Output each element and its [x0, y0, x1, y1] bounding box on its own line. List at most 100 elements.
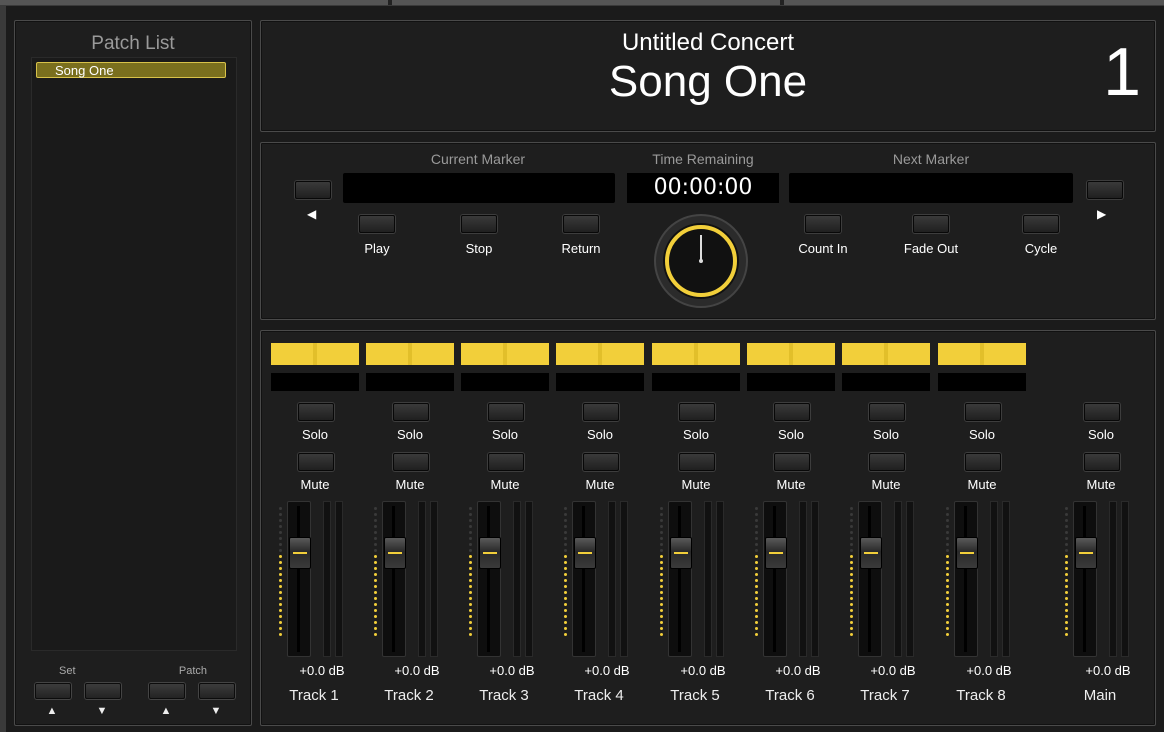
- meter-led: [755, 597, 758, 600]
- play-button[interactable]: [359, 215, 395, 233]
- cycle-button[interactable]: [1023, 215, 1059, 233]
- meter-led: [660, 531, 663, 534]
- patch-list-item[interactable]: Song One: [36, 62, 226, 78]
- level-meter-right: [525, 501, 533, 657]
- solo-button[interactable]: [679, 403, 715, 421]
- meter-led: [1065, 585, 1068, 588]
- patch-list[interactable]: Song One: [31, 57, 237, 651]
- return-button[interactable]: [563, 215, 599, 233]
- meter-led: [374, 567, 377, 570]
- meter-led: [279, 621, 282, 624]
- meter-led: [469, 633, 472, 636]
- patch-up-button[interactable]: [149, 683, 185, 699]
- meter-led: [850, 561, 853, 564]
- solo-button[interactable]: [1084, 403, 1120, 421]
- fader-handle[interactable]: [574, 537, 596, 569]
- mute-button[interactable]: [679, 453, 715, 471]
- meter-led: [946, 549, 949, 552]
- level-meter-right: [1002, 501, 1010, 657]
- meter-led: [469, 519, 472, 522]
- window-top-strip: [0, 0, 1164, 5]
- meter-led: [946, 585, 949, 588]
- patch-down-arrow-icon: ▼: [210, 705, 222, 717]
- channel-color-bar[interactable]: [938, 343, 1026, 365]
- level-meter-left: [799, 501, 807, 657]
- meter-led: [1065, 579, 1068, 582]
- clock-dial-icon: [654, 214, 748, 308]
- solo-button[interactable]: [869, 403, 905, 421]
- meter-led: [279, 633, 282, 636]
- meter-led: [279, 603, 282, 606]
- fader-handle[interactable]: [1075, 537, 1097, 569]
- meter-led: [755, 627, 758, 630]
- channel-color-bar[interactable]: [747, 343, 835, 365]
- meter-led: [850, 591, 853, 594]
- mute-button[interactable]: [393, 453, 429, 471]
- meter-led: [755, 537, 758, 540]
- fader-handle[interactable]: [479, 537, 501, 569]
- next-marker-button[interactable]: [1087, 181, 1123, 199]
- channel-color-bar[interactable]: [842, 343, 930, 365]
- mute-button[interactable]: [583, 453, 619, 471]
- solo-button[interactable]: [298, 403, 334, 421]
- mute-button[interactable]: [298, 453, 334, 471]
- fader-handle[interactable]: [384, 537, 406, 569]
- meter-led: [946, 507, 949, 510]
- fader-handle[interactable]: [860, 537, 882, 569]
- fader-track[interactable]: [668, 501, 692, 657]
- meter-led: [850, 597, 853, 600]
- meter-led: [946, 531, 949, 534]
- fader-handle[interactable]: [289, 537, 311, 569]
- solo-label: Solo: [682, 427, 710, 442]
- solo-button[interactable]: [488, 403, 524, 421]
- fader-track[interactable]: [954, 501, 978, 657]
- fader-track[interactable]: [287, 501, 311, 657]
- solo-button[interactable]: [583, 403, 619, 421]
- channel-color-bar[interactable]: [271, 343, 359, 365]
- fader-groove: [582, 506, 585, 652]
- mute-button[interactable]: [774, 453, 810, 471]
- channel-color-bar[interactable]: [461, 343, 549, 365]
- fade-out-button[interactable]: [913, 215, 949, 233]
- meter-led: [1065, 537, 1068, 540]
- meter-led: [1065, 543, 1068, 546]
- meter-led: [755, 525, 758, 528]
- channel-color-bar[interactable]: [366, 343, 454, 365]
- meter-led: [469, 591, 472, 594]
- set-down-button[interactable]: [85, 683, 121, 699]
- fader-handle[interactable]: [956, 537, 978, 569]
- solo-button[interactable]: [393, 403, 429, 421]
- meter-led: [374, 633, 377, 636]
- meter-led: [1065, 603, 1068, 606]
- fader-track[interactable]: [477, 501, 501, 657]
- fader-handle[interactable]: [670, 537, 692, 569]
- meter-led: [1065, 549, 1068, 552]
- mute-button[interactable]: [869, 453, 905, 471]
- meter-led: [279, 597, 282, 600]
- fader-track[interactable]: [858, 501, 882, 657]
- meter-led: [1065, 627, 1068, 630]
- fader-handle[interactable]: [765, 537, 787, 569]
- stop-button[interactable]: [461, 215, 497, 233]
- count-in-label: Count In: [798, 241, 848, 256]
- mute-button[interactable]: [1084, 453, 1120, 471]
- fader-groove: [773, 506, 776, 652]
- fader-track[interactable]: [1073, 501, 1097, 657]
- mute-button[interactable]: [488, 453, 524, 471]
- channel-color-bar-divider: [408, 343, 412, 365]
- solo-button[interactable]: [774, 403, 810, 421]
- solo-button[interactable]: [965, 403, 1001, 421]
- meter-led: [660, 633, 663, 636]
- patch-down-button[interactable]: [199, 683, 235, 699]
- meter-led: [755, 579, 758, 582]
- channel-color-bar[interactable]: [556, 343, 644, 365]
- meter-led: [850, 567, 853, 570]
- fader-track[interactable]: [382, 501, 406, 657]
- channel-color-bar[interactable]: [652, 343, 740, 365]
- fader-track[interactable]: [763, 501, 787, 657]
- prev-marker-button[interactable]: [295, 181, 331, 199]
- count-in-button[interactable]: [805, 215, 841, 233]
- set-up-button[interactable]: [35, 683, 71, 699]
- mute-button[interactable]: [965, 453, 1001, 471]
- fader-track[interactable]: [572, 501, 596, 657]
